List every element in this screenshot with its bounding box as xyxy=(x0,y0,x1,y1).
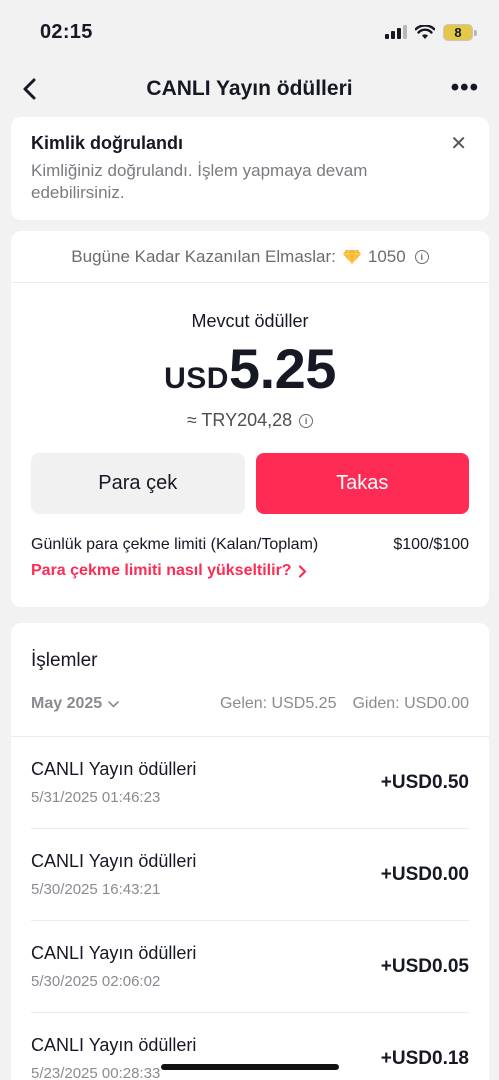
flow-summary: Gelen: USD5.25 Giden: USD0.00 xyxy=(220,695,469,713)
wifi-icon xyxy=(415,24,435,39)
transaction-amount: +USD0.05 xyxy=(380,955,469,977)
exchange-button[interactable]: Takas xyxy=(255,453,469,514)
incoming-total: Gelen: USD5.25 xyxy=(219,695,337,712)
status-time: 02:15 xyxy=(40,20,93,43)
status-bar: 02:15 8 xyxy=(0,0,499,64)
diamonds-earned-row: Bugüne Kadar Kazanılan Elmaslar: 1050 i xyxy=(11,231,489,283)
transaction-date: 5/31/2025 01:46:23 xyxy=(31,789,161,806)
available-rewards-label: Mevcut ödüller xyxy=(191,311,309,331)
transactions-card: İşlemler May 2025 Gelen: USD5.25 Giden: … xyxy=(11,623,489,1080)
transaction-name: CANLI Yayın ödülleri xyxy=(31,759,197,779)
transaction-name: CANLI Yayın ödülleri xyxy=(31,1035,197,1055)
raise-limit-label[interactable]: Para çekme limiti nasıl yükseltilir? xyxy=(31,562,292,580)
more-options-icon[interactable]: ••• xyxy=(451,74,479,102)
transaction-row[interactable]: CANLI Yayın ödülleri 5/30/2025 02:06:02 … xyxy=(31,921,469,1013)
diamonds-value: 1050 xyxy=(367,246,406,266)
limit-label: Günlük para çekme limiti (Kalan/Toplam) xyxy=(31,536,319,553)
transaction-row[interactable]: CANLI Yayın ödülleri 5/31/2025 01:46:23 … xyxy=(31,737,469,829)
withdraw-limit-row: Günlük para çekme limiti (Kalan/Toplam) … xyxy=(11,536,489,554)
transaction-row[interactable]: CANLI Yayın ödülleri 5/30/2025 16:43:21 … xyxy=(31,829,469,921)
transaction-date: 5/30/2025 02:06:02 xyxy=(31,973,161,990)
action-buttons: Para çek Takas xyxy=(11,453,489,514)
transaction-amount: +USD0.00 xyxy=(380,863,469,885)
nav-bar: CANLI Yayın ödülleri ••• xyxy=(0,64,499,114)
limit-value: $100/$100 xyxy=(393,536,469,553)
home-indicator[interactable] xyxy=(161,1064,339,1070)
info-icon[interactable]: i xyxy=(414,249,429,264)
transaction-date: 5/30/2025 16:43:21 xyxy=(31,881,161,898)
try-conversion: ≈ TRY204,28 i xyxy=(11,410,489,431)
month-selector[interactable]: May 2025 xyxy=(31,695,119,713)
transaction-amount: +USD0.50 xyxy=(380,771,469,793)
transaction-name: CANLI Yayın ödülleri xyxy=(31,943,197,963)
back-arrow-icon[interactable] xyxy=(16,74,44,104)
battery-icon: 8 xyxy=(443,23,477,41)
battery-level: 8 xyxy=(454,24,462,40)
chevron-right-icon xyxy=(298,564,306,578)
chevron-down-icon xyxy=(108,700,119,708)
verify-text: Kimliğiniz doğrulandı. İşlem yapmaya dev… xyxy=(31,161,368,202)
outgoing-total: Giden: USD0.00 xyxy=(352,695,469,712)
month-label[interactable]: May 2025 xyxy=(31,695,102,713)
page-title: CANLI Yayın ödülleri xyxy=(146,77,353,100)
reward-amount: USD5.25 xyxy=(11,336,489,400)
raise-limit-link[interactable]: Para çekme limiti nasıl yükseltilir? xyxy=(11,562,489,580)
status-icons: 8 xyxy=(385,23,477,41)
verify-title: Kimlik doğrulandı xyxy=(31,133,184,153)
balance-card: Bugüne Kadar Kazanılan Elmaslar: 1050 i … xyxy=(11,231,489,607)
transaction-amount: +USD0.18 xyxy=(380,1047,469,1069)
amount-currency: USD xyxy=(164,362,229,395)
transaction-name: CANLI Yayın ödülleri xyxy=(31,851,197,871)
try-value: ≈ TRY204,28 xyxy=(186,410,293,430)
withdraw-button[interactable]: Para çek xyxy=(31,453,245,514)
transactions-title: İşlemler xyxy=(31,650,98,671)
diamond-icon xyxy=(342,249,361,265)
amount-value: 5.25 xyxy=(228,337,337,400)
signal-icon xyxy=(385,25,407,39)
transactions-filter: May 2025 Gelen: USD5.25 Giden: USD0.00 xyxy=(11,692,489,716)
identity-verified-banner: Kimlik doğrulandı Kimliğiniz doğrulandı.… xyxy=(11,117,489,220)
close-icon[interactable]: ✕ xyxy=(450,131,467,156)
transaction-list: CANLI Yayın ödülleri 5/31/2025 01:46:23 … xyxy=(11,737,489,1080)
diamonds-label: Bugüne Kadar Kazanılan Elmaslar: xyxy=(71,246,336,266)
info-icon[interactable]: i xyxy=(299,413,314,428)
